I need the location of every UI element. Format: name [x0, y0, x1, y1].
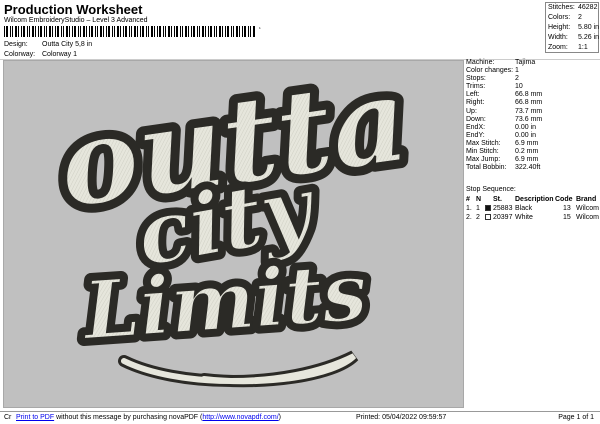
barcode-suffix: ‘	[259, 26, 261, 35]
prop-row: Stops: 2	[466, 75, 519, 83]
footer-message: Print to PDF without this message by pur…	[16, 414, 281, 421]
prop-row: EndY: 0.00 in	[466, 131, 537, 139]
prop-row: Total Bobbin: 322.40ft	[466, 164, 541, 172]
color-swatch	[485, 204, 491, 213]
colorway-label: Colorway:	[4, 51, 36, 58]
design-preview: outta outta city city Limits Limits	[3, 60, 464, 408]
stat-height: Height: 5.80 in	[548, 24, 600, 31]
prop-row: Left: 66.8 mm	[466, 91, 543, 99]
stat-width: Width: 5.26 in	[548, 34, 600, 41]
page-number: Page 1 of 1	[558, 414, 594, 421]
col-header-description: Description	[515, 196, 554, 203]
stop-sequence-title: Stop Sequence:	[466, 186, 516, 193]
machine-properties: Machine: Tajima Color changes: 1 Stops: 2 T…	[466, 59, 600, 172]
col-header-brand: Brand	[576, 196, 597, 203]
col-header-num: #	[466, 196, 470, 203]
stat-zoom: Zoom: 1:1	[548, 44, 588, 51]
prop-row: Max Jump: 6.9 mm	[466, 156, 539, 164]
colorway-value: Colorway 1	[42, 51, 78, 58]
design-label: Design:	[4, 41, 28, 48]
table-row: 2. 2 20397 White 15 Wilcom	[466, 213, 599, 222]
stop-sequence-table: # N St. Description Code Brand 1. 1 2588…	[466, 195, 600, 222]
design-word-limits-fill: Limits	[79, 244, 371, 358]
table-row: 1. 1 25883 Black 13 Wilcom	[466, 204, 599, 213]
col-header-code: Code	[555, 196, 573, 203]
embroidery-artwork: outta outta city city Limits Limits	[42, 61, 424, 388]
barcode	[4, 26, 255, 37]
col-header-st: St.	[493, 196, 502, 203]
printed-timestamp: Printed: 05/04/2022 09:59:57	[356, 414, 447, 421]
prop-row: Trims: 10	[466, 83, 523, 91]
print-to-pdf-link[interactable]: Print to PDF	[16, 414, 54, 421]
prop-row: Color changes: 1	[466, 67, 519, 75]
stop-table-header: # N St. Description Code Brand	[466, 195, 600, 204]
software-subtitle: Wilcom EmbroideryStudio – Level 3 Advanc…	[4, 17, 148, 24]
stat-stitches: Stitches: 46282	[548, 4, 598, 11]
footer-cr: Cr	[4, 414, 12, 421]
prop-row: Right: 66.8 mm	[466, 99, 543, 107]
prop-row: Min Stitch: 0.2 mm	[466, 148, 539, 156]
design-value: Outta City 5,8 in	[42, 41, 93, 48]
prop-row: Up: 73.7 mm	[466, 107, 543, 115]
stat-colors: Colors: 2	[548, 14, 582, 21]
footer: Cr Print to PDF without this message by …	[0, 411, 600, 424]
prop-row: Down: 73.6 mm	[466, 115, 543, 123]
prop-row: Machine: Tajima	[466, 59, 536, 66]
col-header-n: N	[476, 196, 482, 203]
prop-row: EndX: 0.00 in	[466, 123, 537, 131]
design-info: Design: Outta City 5,8 in	[4, 41, 92, 48]
colorway-info: Colorway: Colorway 1	[4, 51, 77, 58]
color-swatch	[485, 213, 491, 222]
swatch-white	[485, 213, 491, 220]
novapdf-link[interactable]: http://www.novapdf.com/	[202, 414, 278, 421]
worksheet-title: Production Worksheet	[4, 2, 143, 17]
stats-box: Stitches: 46282 Colors: 2 Height: 5.80 in W…	[545, 2, 599, 53]
prop-row: Max Stitch: 6.9 mm	[466, 139, 539, 147]
swatch-black	[485, 204, 491, 211]
